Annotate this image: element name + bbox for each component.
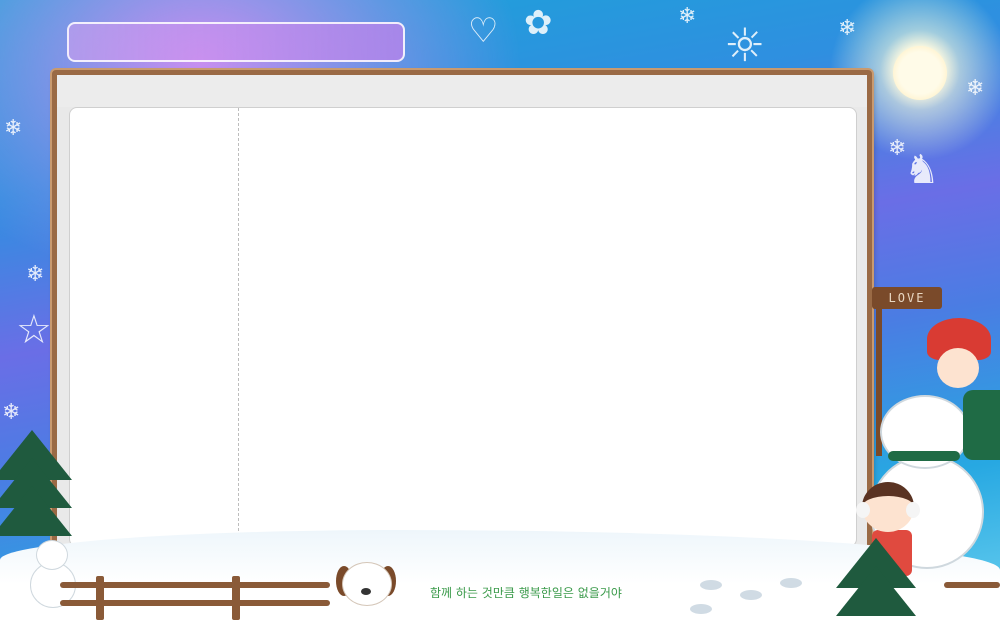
heart-doodle-icon: ♡ bbox=[468, 11, 499, 51]
winter-background: ♡ ✿ ☼ ❄ ❄ ❄ ❄ ❄ ❄ ❄ ☆ ♞ LOVE 함께 하는 것만큼 행… bbox=[0, 0, 1000, 620]
bunny-doodle-icon: ♞ bbox=[904, 147, 940, 193]
puppy-illustration bbox=[334, 562, 398, 614]
earmuff-icon bbox=[856, 502, 870, 518]
footprint bbox=[780, 578, 802, 588]
fence-post bbox=[232, 576, 240, 620]
snowflake-icon: ❄ bbox=[966, 76, 985, 101]
puppy-nose bbox=[361, 588, 371, 595]
snowflake-icon: ❄ bbox=[4, 116, 23, 141]
footer-caption: 함께 하는 것만큼 행복한일은 없을거야 bbox=[430, 586, 622, 600]
sun-doodle-icon: ☼ bbox=[724, 18, 766, 72]
sidebar-pane[interactable] bbox=[70, 108, 239, 546]
content-panel bbox=[69, 107, 857, 547]
fence-rail bbox=[944, 582, 1000, 588]
puppy-head bbox=[342, 562, 392, 606]
small-snowman-head bbox=[36, 540, 68, 570]
earmuff-icon bbox=[906, 502, 920, 518]
snowman-scarf bbox=[888, 451, 960, 461]
snowflake-icon: ❄ bbox=[26, 262, 45, 287]
girl-illustration bbox=[923, 318, 1000, 460]
flower-doodle-icon: ✿ bbox=[524, 3, 553, 43]
search-bar[interactable] bbox=[67, 22, 405, 62]
girl-sweater bbox=[963, 390, 1000, 460]
snowflake-icon: ❄ bbox=[2, 400, 21, 425]
footprint bbox=[700, 580, 722, 590]
love-sign: LOVE bbox=[872, 287, 942, 309]
fence-post bbox=[96, 576, 104, 620]
search-input[interactable] bbox=[69, 24, 403, 60]
star-doodle-icon: ☆ bbox=[16, 307, 52, 353]
main-content-pane[interactable] bbox=[240, 108, 856, 546]
main-frame bbox=[52, 70, 872, 560]
pine-tree-icon bbox=[0, 430, 72, 536]
footprint bbox=[740, 590, 762, 600]
snowflake-icon: ❄ bbox=[838, 16, 857, 41]
snowflake-icon: ❄ bbox=[678, 4, 697, 29]
pine-tree-icon bbox=[836, 538, 916, 616]
girl-face bbox=[937, 348, 979, 388]
frame-header bbox=[57, 75, 867, 107]
footprint bbox=[690, 604, 712, 614]
moon-icon bbox=[893, 46, 947, 100]
